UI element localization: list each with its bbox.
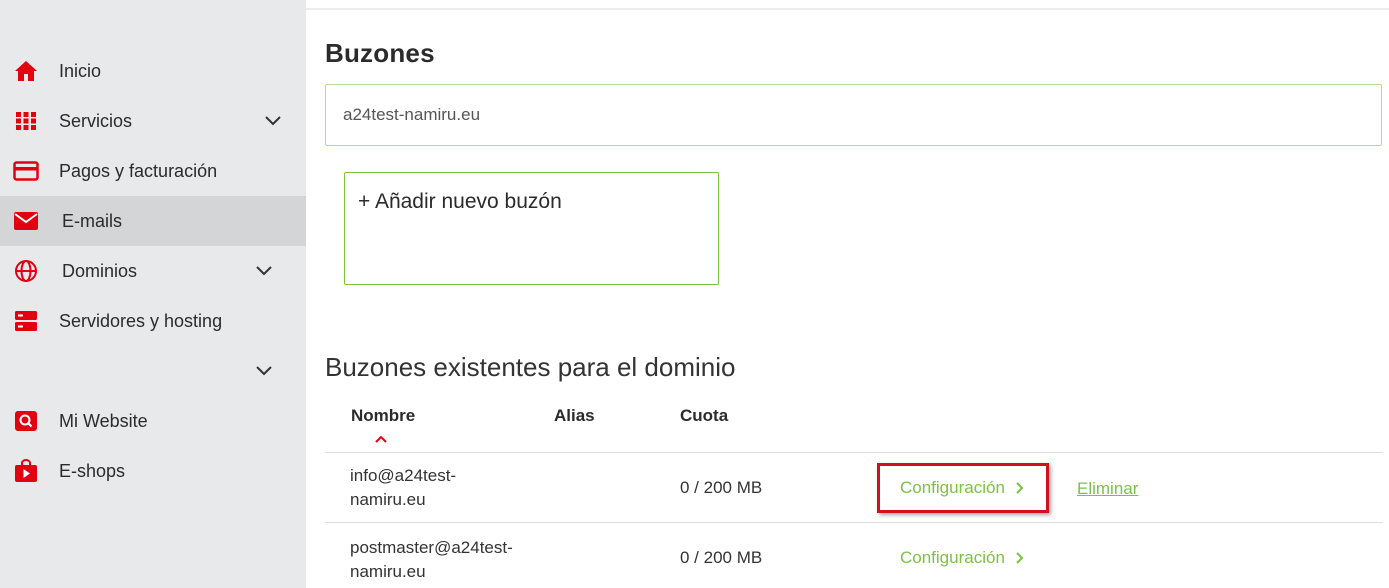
sidebar-item-label: E-mails bbox=[62, 210, 123, 231]
config-link[interactable]: Configuración bbox=[900, 548, 1025, 568]
domain-select-value: a24test-namiru.eu bbox=[343, 105, 481, 124]
sidebar-item-label: E-shops bbox=[59, 460, 126, 481]
row-divider bbox=[325, 452, 1383, 453]
sidebar-item-emails[interactable]: E-mails bbox=[0, 196, 306, 246]
sidebar-item-label: Servicios bbox=[59, 110, 133, 131]
row-divider bbox=[325, 522, 1383, 523]
home-icon bbox=[13, 59, 39, 83]
sidebar-item-servidores[interactable]: Servidores y hosting bbox=[0, 296, 306, 346]
sidebar-item-label: Mi Website bbox=[59, 410, 148, 431]
envelope-icon bbox=[13, 209, 39, 233]
sidebar: Inicio Servicios Pagos y facturación E-m… bbox=[0, 0, 306, 588]
grid-icon bbox=[13, 109, 39, 133]
sidebar-item-label: Servidores y hosting bbox=[59, 310, 223, 331]
highlight-annotation bbox=[877, 463, 1049, 513]
website-search-icon bbox=[13, 409, 39, 433]
chevron-down-icon[interactable] bbox=[264, 113, 282, 129]
sort-ascending-icon[interactable] bbox=[374, 431, 388, 443]
add-mailbox-button[interactable]: + Añadir nuevo buzón bbox=[344, 172, 719, 285]
domain-select[interactable]: a24test-namiru.eu bbox=[325, 84, 1382, 146]
table-row-name: info@a24test- namiru.eu bbox=[350, 466, 457, 509]
page-title: Buzones bbox=[325, 38, 435, 68]
chevron-down-icon[interactable] bbox=[255, 363, 273, 379]
column-header-quota[interactable]: Cuota bbox=[680, 406, 728, 426]
sidebar-item-servicios[interactable]: Servicios bbox=[0, 96, 306, 146]
add-mailbox-label: + Añadir nuevo buzón bbox=[358, 190, 562, 213]
shopping-bag-icon bbox=[13, 459, 39, 483]
credit-card-icon bbox=[13, 159, 39, 183]
sidebar-item-label: Inicio bbox=[59, 60, 102, 81]
top-divider bbox=[306, 0, 1389, 10]
delete-link[interactable]: Eliminar bbox=[1077, 479, 1138, 499]
sidebar-item-pagos[interactable]: Pagos y facturación bbox=[0, 146, 306, 196]
section-title: Buzones existentes para el dominio bbox=[325, 352, 736, 382]
server-icon bbox=[13, 309, 39, 333]
sidebar-item-label: Dominios bbox=[62, 260, 138, 281]
sidebar-item-eshops[interactable]: E-shops bbox=[0, 446, 306, 496]
table-row-name: postmaster@a24test- namiru.eu bbox=[350, 538, 513, 581]
chevron-down-icon[interactable] bbox=[255, 263, 273, 279]
sidebar-item-inicio[interactable]: Inicio bbox=[0, 46, 306, 96]
table-row-quota: 0 / 200 MB bbox=[680, 478, 763, 497]
sidebar-item-label: Pagos y facturación bbox=[59, 160, 218, 181]
sidebar-item-mi-website[interactable]: Mi Website bbox=[0, 396, 306, 446]
column-header-alias[interactable]: Alias bbox=[554, 406, 595, 426]
globe-icon bbox=[13, 259, 39, 283]
table-row-quota: 0 / 200 MB bbox=[680, 548, 763, 567]
sidebar-item-more[interactable] bbox=[0, 346, 306, 396]
chevron-right-icon bbox=[1016, 552, 1024, 564]
sidebar-item-dominios[interactable]: Dominios bbox=[0, 246, 306, 296]
column-header-name[interactable]: Nombre bbox=[351, 406, 415, 426]
